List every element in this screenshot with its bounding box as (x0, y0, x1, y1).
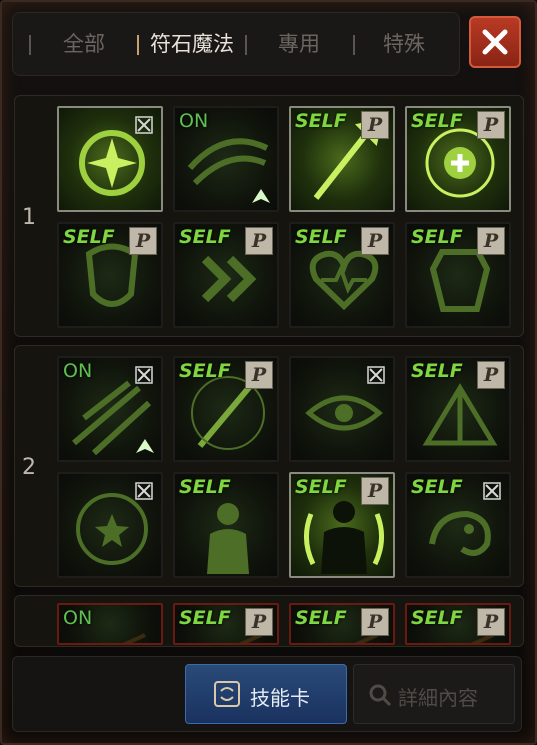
locked-icon (135, 116, 153, 134)
skill-slot[interactable] (289, 356, 395, 462)
self-target-label: SELF (411, 226, 463, 248)
skill-slot[interactable] (57, 106, 163, 212)
skill-slot[interactable]: SELF P (289, 106, 395, 212)
toggle-on-label: ON (179, 110, 209, 132)
upgrade-arrow-icon (136, 439, 154, 453)
locked-icon (367, 366, 385, 384)
passive-badge: P (245, 227, 273, 255)
skill-slot[interactable]: ON (57, 356, 163, 462)
self-target-label: SELF (179, 476, 231, 498)
skill-slot[interactable]: SELF (173, 472, 279, 578)
locked-icon (483, 482, 501, 500)
passive-badge: P (477, 227, 505, 255)
passive-badge: P (361, 111, 389, 139)
tab-rune-magic[interactable]: 符石魔法 (139, 13, 245, 75)
skill-slot[interactable]: SELF P (405, 356, 511, 462)
self-target-label: SELF (295, 476, 347, 498)
self-target-label: SELF (411, 607, 463, 629)
skill-slot[interactable]: ON (57, 603, 163, 645)
tab-separator (353, 35, 355, 55)
self-target-label: SELF (179, 360, 231, 382)
skill-slot[interactable]: SELF P (289, 603, 395, 645)
skill-slot[interactable] (57, 472, 163, 578)
close-button[interactable] (469, 16, 521, 68)
self-target-label: SELF (295, 226, 347, 248)
detail-label: 詳細內容 (398, 686, 478, 710)
passive-badge: P (361, 477, 389, 505)
passive-badge: P (361, 227, 389, 255)
magnifier-icon (369, 684, 392, 707)
group-number: 1 (22, 205, 36, 230)
self-target-label: SELF (411, 360, 463, 382)
self-target-label: SELF (411, 110, 463, 132)
toggle-on-label: ON (63, 607, 93, 629)
self-target-label: SELF (179, 226, 231, 248)
passive-badge: P (477, 111, 505, 139)
passive-badge: P (129, 227, 157, 255)
skill-slot[interactable]: SELF P (289, 472, 395, 578)
upgrade-arrow-icon (252, 189, 270, 203)
passive-badge: P (245, 608, 273, 636)
locked-icon (135, 366, 153, 384)
passive-badge: P (361, 608, 389, 636)
passive-badge: P (245, 361, 273, 389)
card-swap-icon (214, 681, 240, 707)
self-target-label: SELF (295, 110, 347, 132)
self-target-label: SELF (63, 226, 115, 248)
tab-bar: 全部 符石魔法 專用 特殊 (12, 12, 460, 76)
locked-icon (135, 482, 153, 500)
skill-slot[interactable]: SELF P (173, 356, 279, 462)
skill-slot[interactable]: SELF P (289, 222, 395, 328)
toggle-on-label: ON (63, 360, 93, 382)
skill-slot[interactable]: SELF P (57, 222, 163, 328)
skill-slot[interactable]: SELF P (173, 603, 279, 645)
skill-slot[interactable]: SELF P (173, 222, 279, 328)
self-target-label: SELF (179, 607, 231, 629)
detail-button[interactable]: 詳細內容 (353, 664, 515, 724)
close-x-icon (482, 29, 508, 55)
tab-separator (29, 35, 31, 55)
skill-slot[interactable]: SELF P (405, 106, 511, 212)
tab-exclusive[interactable]: 專用 (249, 13, 349, 75)
skill-card-label: 技能卡 (250, 686, 310, 710)
tab-separator (245, 35, 247, 55)
group-number: 2 (22, 455, 36, 480)
skill-card-button[interactable]: 技能卡 (185, 664, 347, 724)
skill-slot[interactable]: SELF P (405, 603, 511, 645)
skill-slot[interactable]: SELF (405, 472, 511, 578)
passive-badge: P (477, 361, 505, 389)
self-target-label: SELF (411, 476, 463, 498)
skill-slot[interactable]: ON (173, 106, 279, 212)
skill-slot[interactable]: SELF P (405, 222, 511, 328)
passive-badge: P (477, 608, 505, 636)
tab-all[interactable]: 全部 (41, 13, 127, 75)
self-target-label: SELF (295, 607, 347, 629)
tab-special[interactable]: 特殊 (359, 13, 449, 75)
